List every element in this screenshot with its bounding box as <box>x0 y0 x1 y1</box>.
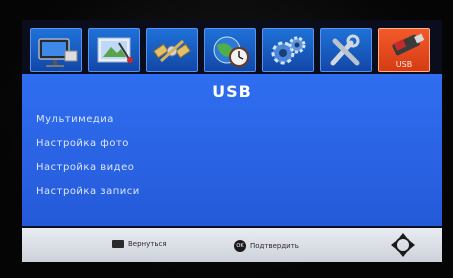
tab-image-adjust[interactable] <box>88 28 140 72</box>
tab-usb-label: USB <box>395 60 413 69</box>
picture-adjust-icon <box>97 37 133 63</box>
menu-item-photo-settings[interactable]: Настройка фото <box>36 132 140 156</box>
ok-key-icon: OK <box>234 240 246 252</box>
tab-settings[interactable] <box>262 28 314 72</box>
tools-icon <box>330 34 360 66</box>
satellite-icon <box>153 39 191 63</box>
back-hint: Вернуться <box>112 240 167 248</box>
menu-tab-bar: USB <box>30 28 430 72</box>
tv-monitor-icon <box>38 38 78 67</box>
tv-bezel: USB USB Мультимедиа Настройка фото Настр… <box>0 0 453 278</box>
tab-usb[interactable]: USB <box>378 28 430 72</box>
navigation-arrows-icon <box>391 233 415 257</box>
usb-menu-panel: USB Мультимедиа Настройка фото Настройка… <box>22 74 442 226</box>
menu-item-video-settings[interactable]: Настройка видео <box>36 156 140 180</box>
back-label: Вернуться <box>128 240 167 248</box>
osd-screen: USB USB Мультимедиа Настройка фото Настр… <box>22 20 442 262</box>
usb-menu-list: Мультимедиа Настройка фото Настройка вид… <box>36 108 140 204</box>
globe-clock-icon <box>213 36 249 67</box>
exit-key-icon <box>112 240 124 248</box>
panel-title: USB <box>212 82 252 101</box>
menu-item-multimedia[interactable]: Мультимедиа <box>36 108 140 132</box>
tab-picture[interactable] <box>30 28 82 72</box>
tab-tools[interactable] <box>320 28 372 72</box>
tab-satellite[interactable] <box>146 28 198 72</box>
confirm-hint: OK Подтвердить <box>234 240 299 252</box>
menu-item-record-settings[interactable]: Настройка записи <box>36 180 140 204</box>
help-bar: Вернуться OK Подтвердить <box>22 228 442 262</box>
tab-time[interactable] <box>204 28 256 72</box>
confirm-label: Подтвердить <box>250 242 299 250</box>
gears-icon <box>271 36 306 65</box>
